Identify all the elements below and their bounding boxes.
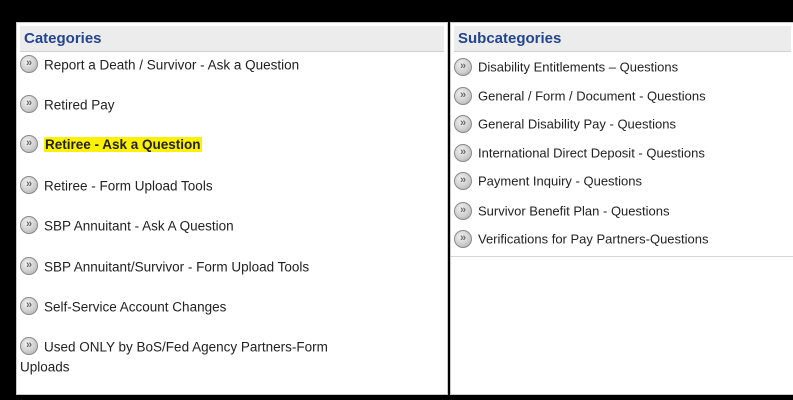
expand-arrow-icon[interactable] [454, 201, 472, 220]
expand-arrow-icon[interactable] [20, 176, 38, 195]
subcategory-item-survivor-benefit[interactable]: Survivor Benefit Plan - Questions [454, 201, 789, 222]
category-label: Retiree - Form Upload Tools [44, 178, 213, 194]
expand-arrow-icon[interactable] [20, 135, 38, 154]
expand-arrow-icon[interactable] [454, 57, 472, 76]
category-item-sbp-ask[interactable]: SBP Annuitant - Ask A Question [20, 216, 443, 236]
subcategory-item-disability-entitlements[interactable]: Disability Entitlements – Questions [454, 57, 789, 78]
category-label: Self-Service Account Changes [44, 299, 227, 315]
expand-arrow-icon[interactable] [20, 95, 38, 114]
expand-arrow-icon[interactable] [454, 114, 472, 133]
expand-arrow-icon[interactable] [20, 216, 38, 235]
subcategory-item-payment-inquiry[interactable]: Payment Inquiry - Questions [454, 171, 789, 192]
expand-arrow-icon[interactable] [20, 55, 38, 74]
category-label: Report a Death / Survivor - Ask a Questi… [44, 57, 300, 73]
subcategory-item-general-form[interactable]: General / Form / Document - Questions [454, 86, 789, 107]
expand-arrow-icon[interactable] [454, 86, 472, 105]
subcategory-item-verifications[interactable]: Verifications for Pay Partners-Questions [454, 229, 789, 250]
category-label-selected: Retiree - Ask a Question [44, 137, 202, 153]
expand-arrow-icon[interactable] [20, 337, 38, 356]
subcategory-label: General / Form / Document - Questions [478, 88, 706, 104]
subcategory-label: Payment Inquiry - Questions [478, 173, 643, 189]
subcategory-item-general-disability[interactable]: General Disability Pay - Questions [454, 114, 789, 135]
category-label: SBP Annuitant - Ask A Question [44, 218, 234, 234]
expand-arrow-icon[interactable] [454, 229, 472, 248]
subcategories-panel: Subcategories Disability Entitlements – … [450, 22, 793, 395]
categories-header: Categories [20, 26, 444, 52]
category-label: Used ONLY by BoS/Fed Agency Partners-For… [20, 339, 328, 375]
expand-arrow-icon[interactable] [454, 171, 472, 190]
category-item-sbp-upload[interactable]: SBP Annuitant/Survivor - Form Upload Too… [20, 257, 443, 277]
category-label: Retired Pay [44, 97, 115, 113]
category-item-self-service[interactable]: Self-Service Account Changes [20, 297, 443, 317]
category-item-report-death[interactable]: Report a Death / Survivor - Ask a Questi… [20, 55, 443, 75]
expand-arrow-icon[interactable] [20, 257, 38, 276]
expand-arrow-icon[interactable] [454, 143, 472, 162]
category-label: SBP Annuitant/Survivor - Form Upload Too… [44, 259, 310, 275]
expand-arrow-icon[interactable] [20, 297, 38, 316]
subcategories-list-divider [451, 256, 793, 257]
category-item-retiree-ask[interactable]: Retiree - Ask a Question [20, 135, 443, 155]
category-item-retired-pay[interactable]: Retired Pay [20, 95, 443, 115]
category-item-retiree-upload[interactable]: Retiree - Form Upload Tools [20, 176, 443, 196]
subcategory-label: Survivor Benefit Plan - Questions [478, 203, 670, 219]
subcategory-item-international-deposit[interactable]: International Direct Deposit - Questions [454, 143, 789, 164]
subcategory-label: Verifications for Pay Partners-Questions [478, 231, 709, 247]
subcategories-header: Subcategories [454, 26, 791, 52]
subcategory-label: International Direct Deposit - Questions [478, 145, 705, 161]
categories-panel: Categories Report a Death / Survivor - A… [16, 22, 448, 395]
category-item-bos-fed[interactable]: Used ONLY by BoS/Fed Agency Partners-For… [20, 337, 380, 378]
subcategory-label: General Disability Pay - Questions [478, 116, 676, 132]
subcategory-label: Disability Entitlements – Questions [478, 59, 679, 75]
